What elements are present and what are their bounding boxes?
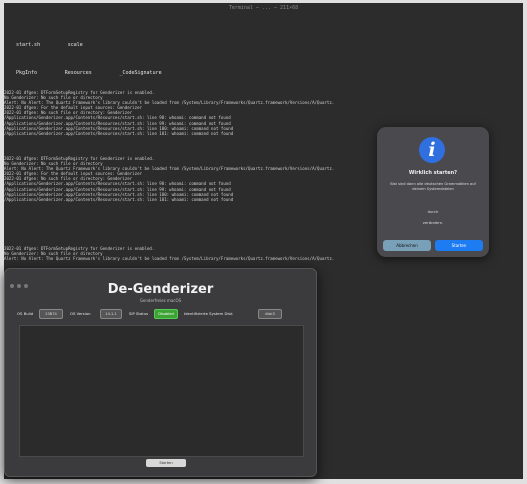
file-item: Resources — [64, 70, 92, 76]
file-listing-row-2: PkgInfo Resources _CodeSignature — [16, 59, 180, 78]
app-title: De-Genderizer — [107, 282, 214, 297]
output-area[interactable] — [19, 325, 304, 457]
os-version-value: 14.1.1 — [100, 309, 122, 319]
dialog-message-line-2: durch — [427, 209, 439, 214]
system-disk-label: Identifizierte System Disk — [184, 311, 233, 316]
dialog-message: Bist sind dann alle deutschen Grammatike… — [390, 182, 476, 191]
start-button-main[interactable]: Starten — [146, 459, 186, 467]
photo-frame: Terminal — ... — 211×68 start.sh scale P… — [0, 0, 527, 484]
start-button[interactable]: Starten — [435, 240, 483, 251]
sip-status-label: SIP Status — [129, 311, 149, 316]
os-build-value: 23B74 — [39, 309, 63, 319]
file-listing-row-1: start.sh scale — [16, 31, 101, 50]
log-line: /Applications/Genderizer.app/Contents/Re… — [4, 130, 234, 136]
dialog-message-line-3: verändern. — [422, 220, 444, 225]
terminal-title: Terminal — ... — 211×68 — [228, 5, 299, 11]
log-line: /Applications/Genderizer.app/Contents/Re… — [4, 196, 234, 202]
degenderizer-window: De-Genderizer Genderfreies macOS OS Buil… — [4, 268, 317, 477]
confirm-dialog: i Wirklich starten? Bist sind dann alle … — [377, 127, 489, 257]
os-version-label: OS Version — [70, 311, 91, 316]
system-disk-value: disk3 — [258, 309, 282, 319]
file-item: PkgInfo — [16, 70, 38, 76]
log-block-3: 2022-01 dfgen: DTFormSetupRegistry for G… — [4, 246, 334, 261]
log-line: Alert: No Alert: The Quartz Framework's … — [4, 256, 335, 262]
app-subtitle: Genderfreies macOS — [139, 298, 182, 303]
log-block-2: 2022-01 dfgen: DTFormSetupRegistry for G… — [4, 156, 334, 202]
file-item: scale — [67, 42, 83, 48]
cancel-button[interactable]: Abbrechen — [383, 240, 431, 251]
file-item: start.sh — [16, 42, 41, 48]
log-block-1: 2022-01 dfgen: DTFormSetupRegistry for G… — [4, 90, 334, 136]
dialog-title: Wirklich starten? — [408, 170, 458, 176]
os-build-label: OS Build — [17, 311, 34, 316]
system-stats-row: OS Build 23B74 OS Version 14.1.1 SIP Sta… — [17, 309, 312, 319]
sip-status-badge: Disabled — [154, 309, 178, 319]
info-icon: i — [419, 137, 445, 163]
file-item: _CodeSignature — [119, 70, 162, 76]
